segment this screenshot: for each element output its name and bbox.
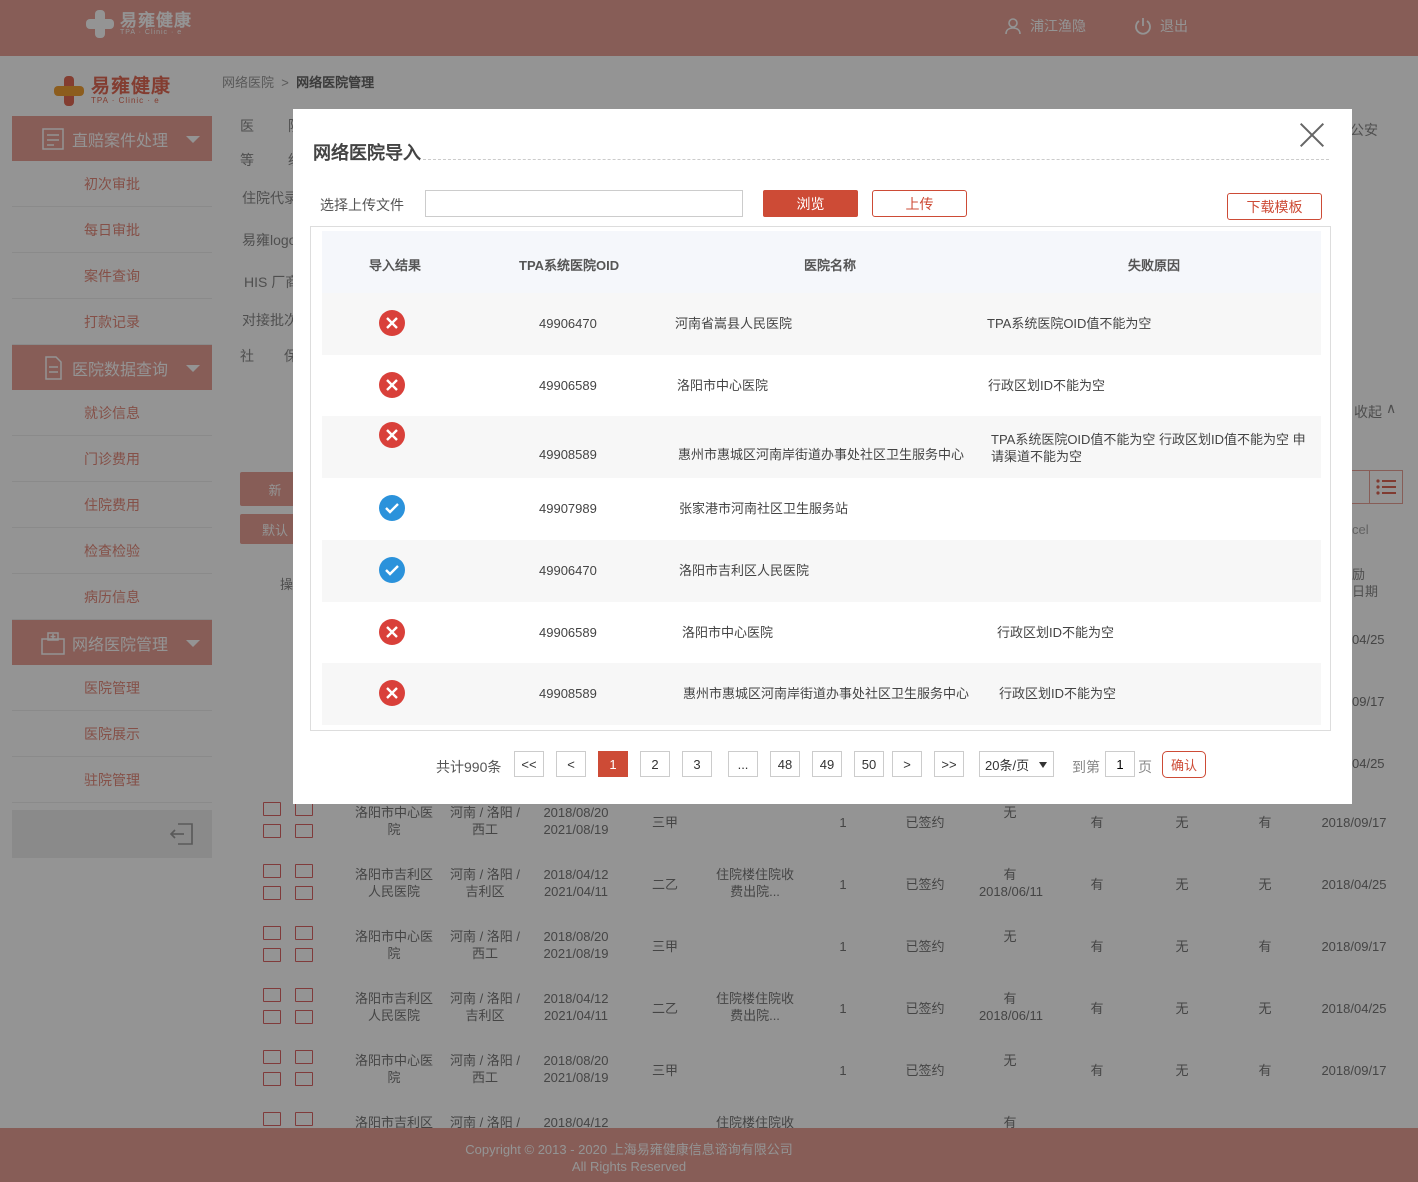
upload-button[interactable]: 上传 — [872, 190, 967, 217]
page-button[interactable]: 50 — [854, 751, 884, 777]
column-header: 失败原因 — [1128, 258, 1181, 273]
goto-confirm-button[interactable]: 确认 — [1162, 751, 1206, 778]
goto-suffix: 页 — [1138, 759, 1152, 775]
table-row: 49907989 张家港市河南社区卫生服务站 — [322, 478, 1321, 540]
error-icon — [379, 310, 405, 336]
cell-fail-reason: TPA系统医院OID值不能为空 行政区划ID值不能为空 申请渠道不能为空 — [991, 432, 1306, 464]
table-row: 49908589 惠州市惠城区河南岸街道办事处社区卫生服务中心 行政区划ID不能为空 — [322, 663, 1321, 725]
close-icon[interactable] — [1300, 123, 1324, 147]
table-row: 49906589 洛阳市中心医院 行政区划ID不能为空 — [322, 602, 1321, 664]
error-icon — [379, 680, 405, 706]
file-path-input[interactable] — [425, 190, 743, 217]
cell-hospital-name: 张家港市河南社区卫生服务站 — [679, 501, 849, 516]
last-page-button[interactable]: >> — [934, 751, 964, 777]
cell-oid: 49908589 — [539, 447, 597, 462]
next-page-button[interactable]: > — [892, 751, 922, 777]
table-row: 49906589 洛阳市中心医院 行政区划ID不能为空 — [322, 355, 1321, 417]
cell-fail-reason: 行政区划ID不能为空 — [997, 625, 1115, 640]
table-row: 49906470 河南省嵩县人民医院 TPA系统医院OID值不能为空 — [322, 293, 1321, 355]
column-header: 医院名称 — [804, 258, 857, 273]
total-count: 共计990条 — [436, 759, 502, 775]
column-header: 导入结果 — [369, 258, 422, 273]
page-button[interactable]: 49 — [812, 751, 842, 777]
success-icon — [379, 557, 405, 583]
cell-hospital-name: 洛阳市中心医院 — [677, 378, 769, 393]
cell-hospital-name: 惠州市惠城区河南岸街道办事处社区卫生服务中心 — [683, 686, 970, 701]
cell-hospital-name: 洛阳市吉利区人民医院 — [679, 563, 810, 578]
column-header: TPA系统医院OID — [519, 258, 620, 273]
import-dialog: 网络医院导入 选择上传文件 浏览 上传 下载模板 导入结果 TPA系统医院OID… — [293, 109, 1352, 804]
download-template-button[interactable]: 下载模板 — [1227, 193, 1322, 220]
goto-prefix: 到第 — [1072, 759, 1100, 775]
cell-oid: 49907989 — [539, 501, 597, 516]
error-icon — [379, 422, 405, 448]
cell-fail-reason: 行政区划ID不能为空 — [988, 378, 1106, 393]
cell-fail-reason: 行政区划ID不能为空 — [999, 686, 1117, 701]
prev-page-button[interactable]: < — [556, 751, 586, 777]
title-divider — [423, 159, 1329, 160]
cell-oid: 49906470 — [539, 563, 597, 578]
cell-hospital-name: 洛阳市中心医院 — [682, 625, 774, 640]
page-ellipsis[interactable]: ... — [728, 751, 758, 777]
cell-oid: 49908589 — [539, 686, 597, 701]
cell-oid: 49906589 — [539, 378, 597, 393]
browse-button[interactable]: 浏览 — [763, 190, 858, 217]
success-icon — [379, 495, 405, 521]
cell-oid: 49906589 — [539, 625, 597, 640]
table-header: 导入结果 TPA系统医院OID 医院名称 失败原因 — [322, 231, 1321, 293]
cell-oid: 49906470 — [539, 316, 597, 331]
file-label: 选择上传文件 — [320, 197, 404, 213]
first-page-button[interactable]: << — [514, 751, 544, 777]
table-row: 49908589 惠州市惠城区河南岸街道办事处社区卫生服务中心 TPA系统医院OID… — [322, 416, 1321, 478]
import-result-table: 导入结果 TPA系统医院OID 医院名称 失败原因 49906470 河南省嵩县人… — [310, 226, 1331, 731]
cell-fail-reason: TPA系统医院OID值不能为空 — [987, 316, 1152, 331]
table-row: 49906470 洛阳市吉利区人民医院 — [322, 540, 1321, 602]
cell-hospital-name: 惠州市惠城区河南岸街道办事处社区卫生服务中心 — [678, 447, 965, 462]
page-button[interactable]: 48 — [770, 751, 800, 777]
error-icon — [379, 372, 405, 398]
pagination: 共计990条 << < 1 2 3 ... 48 49 50 > >> 20条/… — [293, 751, 1352, 781]
dialog-title: 网络医院导入 — [313, 143, 421, 163]
page-button[interactable]: 1 — [598, 751, 628, 777]
page-button[interactable]: 3 — [682, 751, 712, 777]
cell-hospital-name: 河南省嵩县人民医院 — [675, 316, 793, 331]
page-size-select[interactable]: 20条/页 — [979, 751, 1054, 777]
goto-page-input[interactable] — [1105, 751, 1135, 777]
error-icon — [379, 619, 405, 645]
page-button[interactable]: 2 — [640, 751, 670, 777]
